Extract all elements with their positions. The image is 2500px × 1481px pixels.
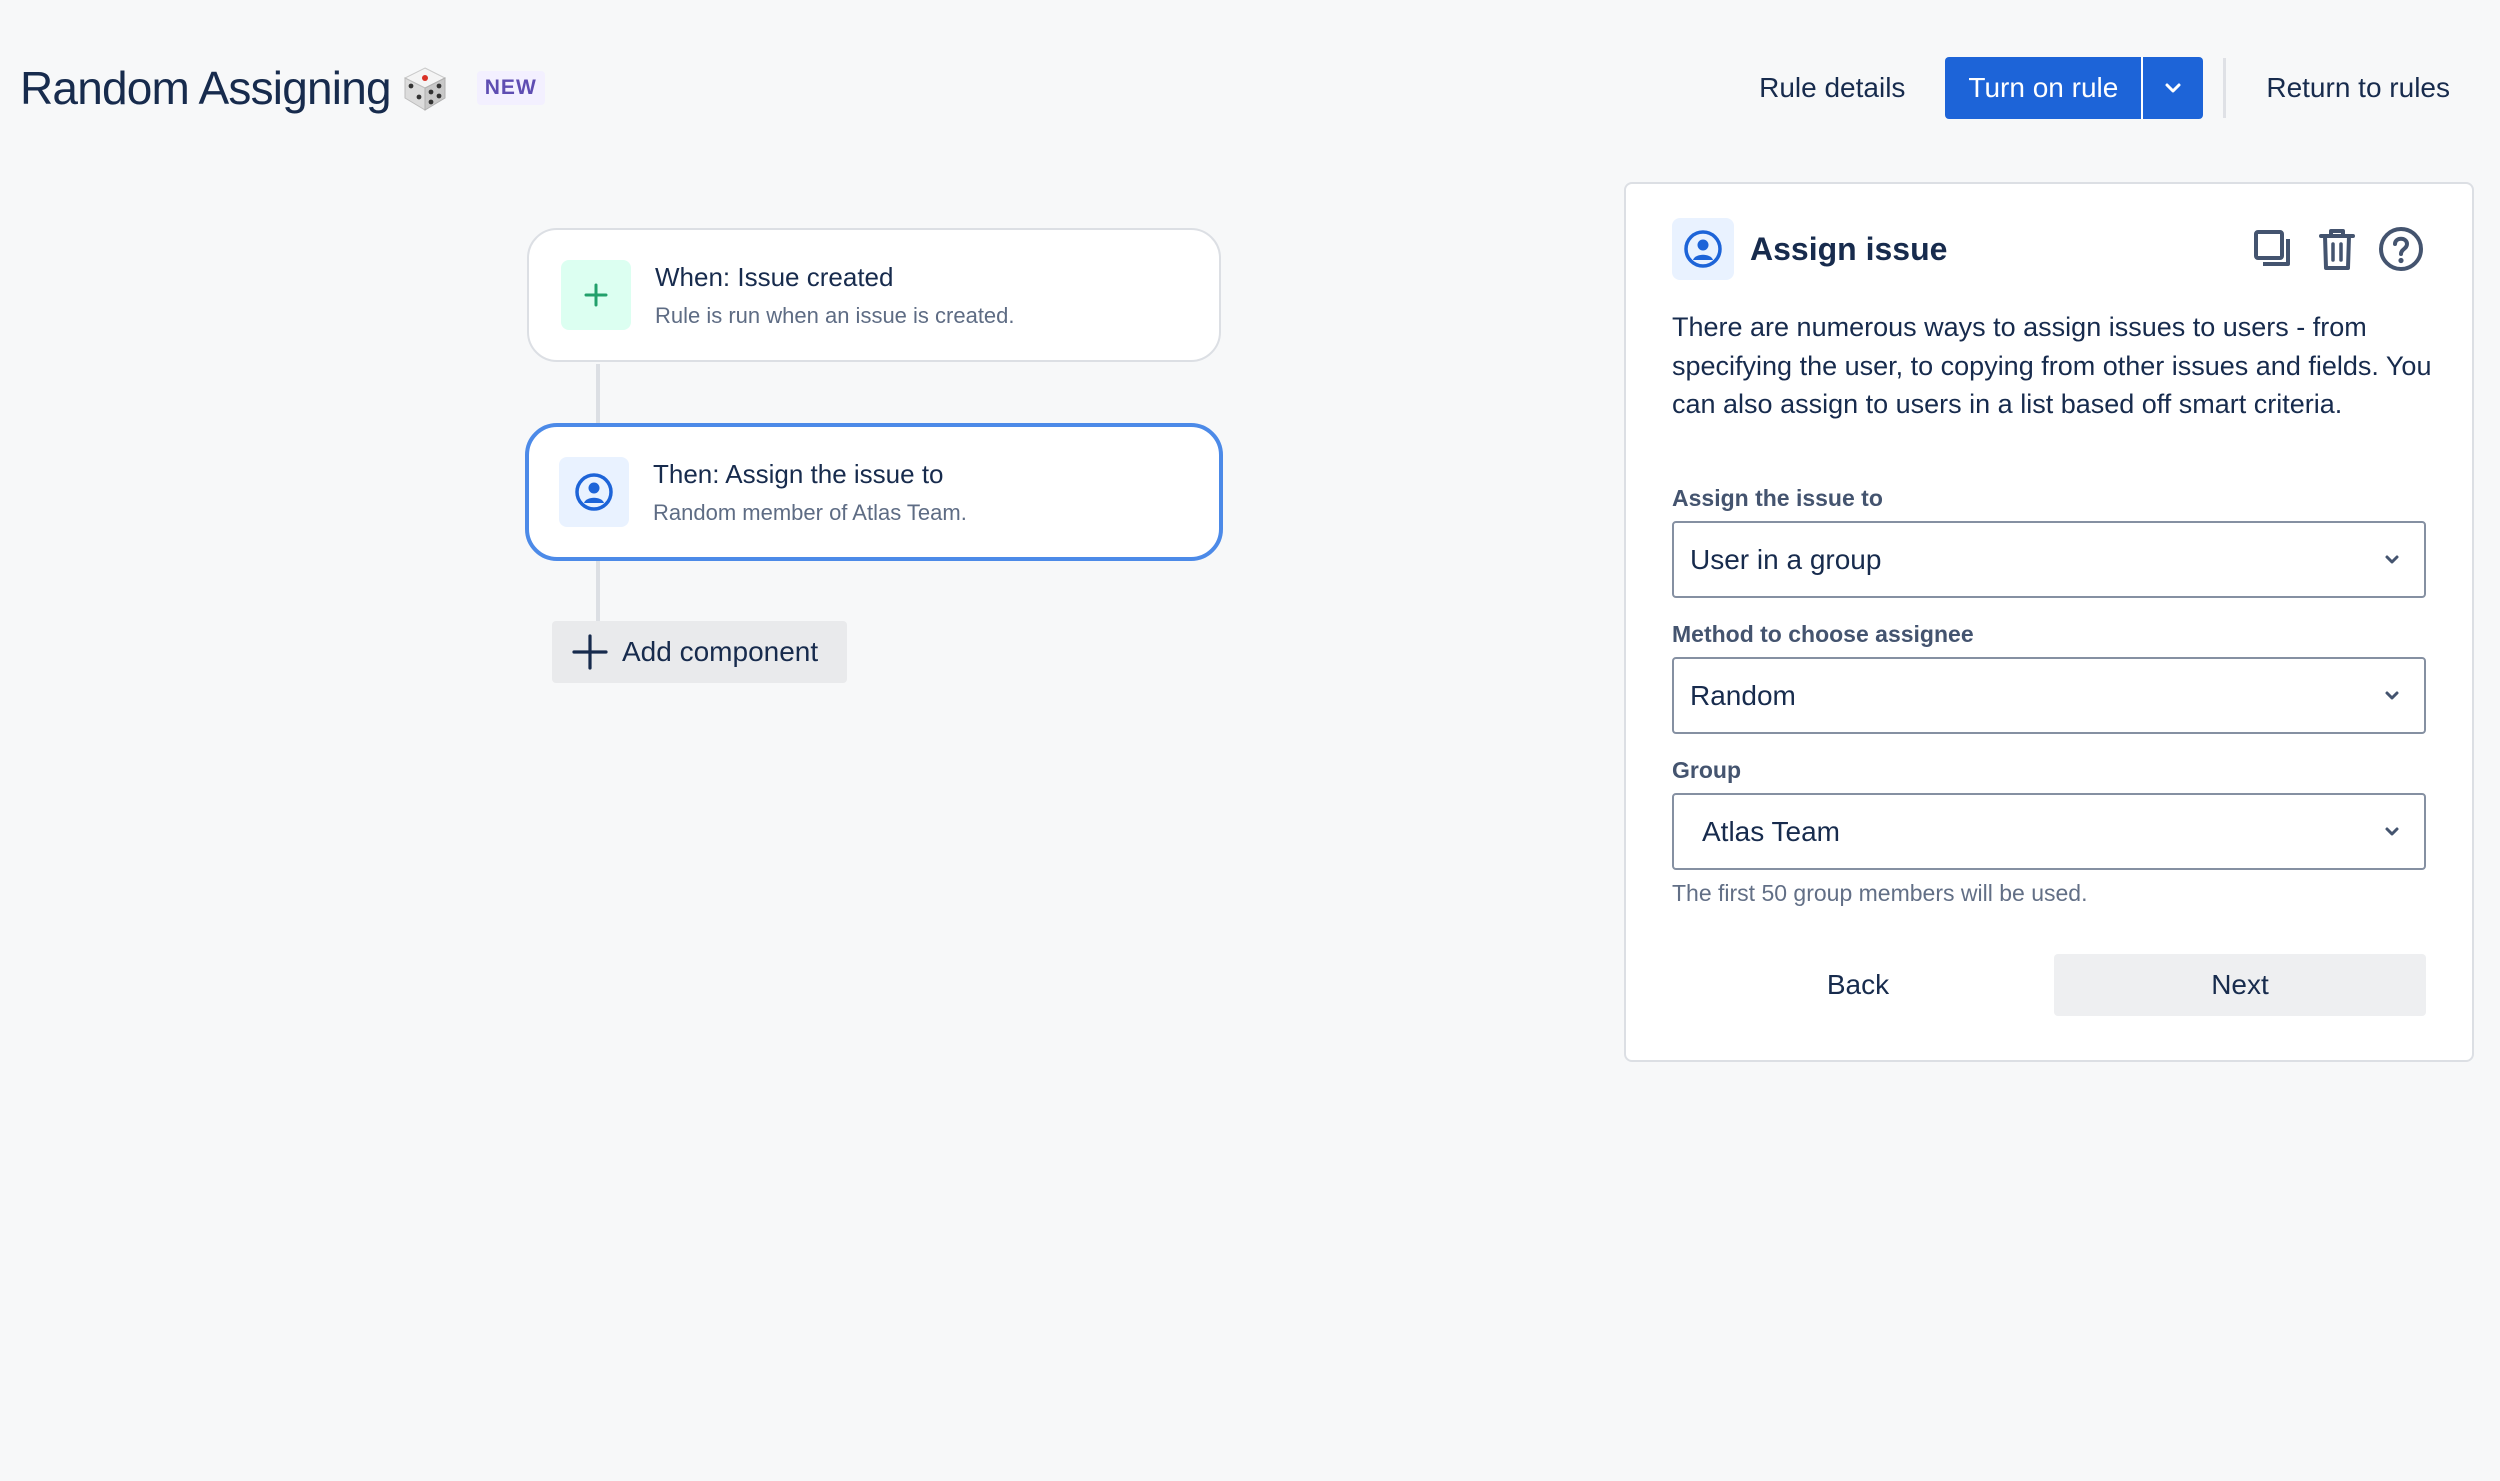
next-button[interactable]: Next xyxy=(2054,954,2426,1016)
new-lozenge: NEW xyxy=(476,71,545,105)
help-button[interactable] xyxy=(2376,224,2426,274)
panel-title: Assign issue xyxy=(1750,230,1948,267)
help-icon xyxy=(2379,227,2423,271)
trigger-subtitle: Rule is run when an issue is created. xyxy=(655,302,1015,328)
panel-tools xyxy=(2248,224,2426,274)
copy-component-button[interactable] xyxy=(2248,224,2298,274)
chevron-down-icon xyxy=(2385,555,2399,564)
copy-icon xyxy=(2254,230,2290,266)
trigger-node[interactable]: When: Issue created Rule is run when an … xyxy=(527,228,1221,362)
panel-icon-container xyxy=(1672,218,1734,280)
assign-to-label: Assign the issue to xyxy=(1672,485,1883,511)
group-value: Atlas Team xyxy=(1702,815,1840,847)
user-avatar-icon xyxy=(1684,230,1722,268)
panel-header: Assign issue xyxy=(1672,217,2426,281)
plus-icon xyxy=(584,283,608,307)
trash-icon xyxy=(2319,229,2355,270)
rule-title-row: Random Assigning NEW xyxy=(20,58,545,118)
chevron-down-icon xyxy=(2385,827,2399,836)
group-label: Group xyxy=(1672,757,1741,783)
plus-icon xyxy=(572,634,608,670)
action-title: Then: Assign the issue to xyxy=(653,458,944,489)
dice-icon xyxy=(401,64,449,112)
flow-connector xyxy=(596,364,600,424)
flow-connector xyxy=(596,561,600,623)
chevron-down-icon xyxy=(2385,691,2399,700)
trigger-icon-container xyxy=(561,260,631,330)
chevron-down-icon xyxy=(2165,83,2181,93)
turn-on-options-button[interactable] xyxy=(2141,57,2204,119)
method-label: Method to choose assignee xyxy=(1672,621,1974,647)
back-button[interactable]: Back xyxy=(1672,954,2044,1016)
panel-footer: Back Next xyxy=(1672,954,2426,1016)
add-component-label: Add component xyxy=(622,636,819,667)
automation-rule-editor: Random Assigning NEW Rule details Turn o… xyxy=(0,0,2500,1481)
action-node[interactable]: Then: Assign the issue to Random member … xyxy=(525,423,1223,561)
rule-details-button[interactable]: Rule details xyxy=(1739,58,1925,118)
action-icon-container xyxy=(559,457,629,527)
return-to-rules-button[interactable]: Return to rules xyxy=(2246,58,2500,118)
group-helper-text: The first 50 group members will be used. xyxy=(1672,880,2088,906)
turn-on-rule-button[interactable]: Turn on rule xyxy=(1945,57,2142,119)
method-value: Random xyxy=(1690,679,1796,711)
assign-to-value: User in a group xyxy=(1690,543,1882,575)
page-title: Random Assigning xyxy=(20,62,392,114)
group-select[interactable]: Atlas Team xyxy=(1672,793,2426,870)
panel-description: There are numerous ways to assign issues… xyxy=(1672,312,2432,419)
component-config-panel: Assign issue There are numerous ways to … xyxy=(1624,182,2474,1062)
user-avatar-icon xyxy=(575,473,613,511)
action-subtitle: Random member of Atlas Team. xyxy=(653,499,967,525)
header-actions: Rule details Turn on rule Return to rule… xyxy=(1739,57,2500,119)
assign-to-select[interactable]: User in a group xyxy=(1672,521,2426,598)
add-component-button[interactable]: Add component xyxy=(552,621,847,683)
header-divider xyxy=(2223,58,2227,118)
trigger-title: When: Issue created xyxy=(655,261,894,292)
method-select[interactable]: Random xyxy=(1672,657,2426,734)
delete-component-button[interactable] xyxy=(2312,224,2362,274)
turn-on-button-group: Turn on rule xyxy=(1945,57,2204,119)
